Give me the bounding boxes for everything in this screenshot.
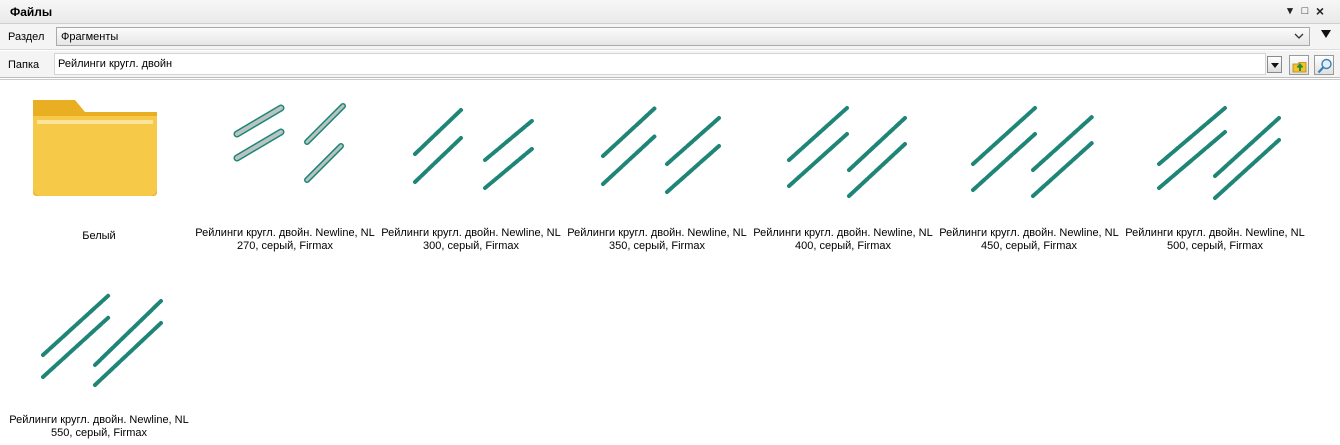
search-icon xyxy=(1317,58,1332,74)
rail-thumbnail-icon xyxy=(233,103,346,183)
section-row: Раздел Фрагменты xyxy=(0,24,1340,50)
fragment-item-nl450[interactable]: Рейлинги кругл. двойн. Newline, NL 450, … xyxy=(936,94,1122,254)
folder-row: Папка Рейлинги кругл. двойн xyxy=(0,51,1340,78)
folder-path-field[interactable]: Рейлинги кругл. двойн xyxy=(54,53,1266,75)
fragment-item-caption: Рейлинги кругл. двойн. Newline, NL 550, … xyxy=(9,414,189,439)
panel-titlebar: Файлы ▾ □ × xyxy=(0,0,1340,24)
folder-label: Папка xyxy=(8,59,40,71)
fragment-item-nl400[interactable]: Рейлинги кругл. двойн. Newline, NL 400, … xyxy=(750,94,936,254)
fragment-item-caption: Рейлинги кругл. двойн. Newline, NL 350, … xyxy=(567,227,747,252)
files-grid: Белый Рейлинги кругл. двойн. Newline, NL… xyxy=(0,79,1340,445)
folder-item-caption: Белый xyxy=(82,230,116,242)
fragment-item-caption: Рейлинги кругл. двойн. Newline, NL 450, … xyxy=(939,227,1119,252)
folder-history-dropdown[interactable] xyxy=(1267,56,1282,73)
rail-thumbnail-icon xyxy=(971,106,1095,198)
section-label: Раздел xyxy=(8,31,45,43)
fragment-item-caption: Рейлинги кругл. двойн. Newline, NL 300, … xyxy=(381,227,561,252)
fragment-item-nl550[interactable]: Рейлинги кругл. двойн. Newline, NL 550, … xyxy=(6,281,192,441)
fragment-item-nl270[interactable]: Рейлинги кругл. двойн. Newline, NL 270, … xyxy=(192,94,378,254)
fragment-item-nl500[interactable]: Рейлинги кругл. двойн. Newline, NL 500, … xyxy=(1122,94,1308,254)
folder-up-button[interactable] xyxy=(1289,55,1309,75)
search-button[interactable] xyxy=(1314,55,1334,75)
rail-thumbnail-icon xyxy=(787,106,907,198)
rail-thumbnail-icon xyxy=(413,108,535,190)
panel-menu-button[interactable] xyxy=(1321,30,1331,38)
chevron-down-icon xyxy=(1294,33,1304,39)
rail-thumbnail-icon xyxy=(601,106,721,194)
panel-title: Файлы xyxy=(10,5,53,19)
fragment-item-caption: Рейлинги кругл. двойн. Newline, NL 270, … xyxy=(195,227,375,252)
folder-path-value: Рейлинги кругл. двойн xyxy=(58,58,173,70)
folder-up-icon xyxy=(1292,62,1307,73)
section-select[interactable]: Фрагменты xyxy=(56,27,1310,46)
rail-thumbnail-icon xyxy=(41,293,163,387)
fragment-item-caption: Рейлинги кругл. двойн. Newline, NL 400, … xyxy=(753,227,933,252)
section-select-value: Фрагменты xyxy=(61,31,119,43)
fragment-item-nl350[interactable]: Рейлинги кругл. двойн. Newline, NL 350, … xyxy=(564,94,750,254)
fragment-item-nl300[interactable]: Рейлинги кругл. двойн. Newline, NL 300, … xyxy=(378,94,564,254)
fragment-item-caption: Рейлинги кругл. двойн. Newline, NL 500, … xyxy=(1125,227,1305,252)
folder-item-white[interactable]: Белый xyxy=(6,94,192,254)
maximize-button[interactable]: □ xyxy=(1298,3,1312,19)
rail-thumbnail-icon xyxy=(1157,106,1281,200)
folder-icon xyxy=(33,100,157,196)
close-button[interactable]: × xyxy=(1313,3,1327,19)
pin-button[interactable]: ▾ xyxy=(1283,3,1297,19)
